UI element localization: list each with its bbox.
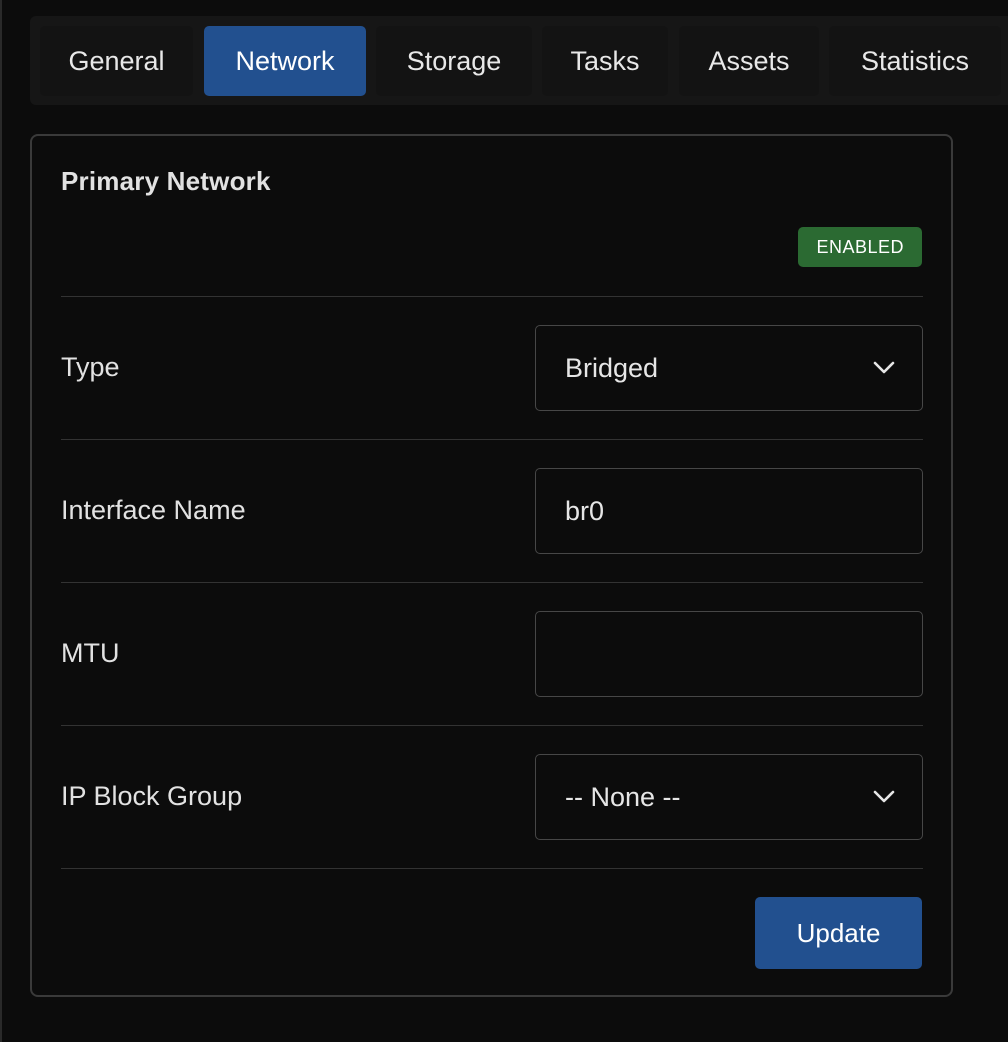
divider bbox=[61, 582, 923, 583]
tab-bar: General Network Storage Tasks Assets Sta… bbox=[30, 16, 1008, 105]
type-select-value: Bridged bbox=[565, 352, 659, 383]
ip-block-group-label: IP Block Group bbox=[61, 781, 243, 811]
chevron-down-icon bbox=[873, 790, 895, 803]
card-title: Primary Network bbox=[61, 166, 271, 196]
status-badge: ENABLED bbox=[798, 227, 922, 267]
tab-general[interactable]: General bbox=[40, 26, 193, 96]
divider bbox=[61, 868, 923, 869]
primary-network-card: Primary Network ENABLED Type Bridged Int… bbox=[30, 134, 953, 997]
interface-name-label: Interface Name bbox=[61, 495, 246, 525]
tab-label: Statistics bbox=[860, 45, 970, 76]
tab-label: Tasks bbox=[570, 45, 640, 76]
mtu-label: MTU bbox=[61, 638, 120, 668]
divider bbox=[61, 296, 923, 297]
ip-block-group-select[interactable]: -- None -- bbox=[535, 754, 923, 840]
tab-label: General bbox=[68, 45, 165, 76]
mtu-input[interactable] bbox=[535, 611, 923, 697]
interface-name-input[interactable]: br0 bbox=[535, 468, 923, 554]
tab-network[interactable]: Network bbox=[204, 26, 366, 96]
tab-storage[interactable]: Storage bbox=[376, 26, 532, 96]
tab-assets[interactable]: Assets bbox=[679, 26, 819, 96]
tab-statistics[interactable]: Statistics bbox=[829, 26, 1001, 96]
tab-tasks[interactable]: Tasks bbox=[542, 26, 668, 96]
ip-block-group-value: -- None -- bbox=[565, 781, 681, 812]
page: General Network Storage Tasks Assets Sta… bbox=[0, 0, 1008, 1042]
update-button[interactable]: Update bbox=[755, 897, 922, 969]
interface-name-value: br0 bbox=[565, 495, 605, 526]
window-edge bbox=[0, 0, 2, 1042]
type-label: Type bbox=[61, 352, 120, 382]
tab-label: Assets bbox=[708, 45, 790, 76]
divider bbox=[61, 725, 923, 726]
type-select[interactable]: Bridged bbox=[535, 325, 923, 411]
tab-label: Network bbox=[235, 45, 335, 76]
chevron-down-icon bbox=[873, 361, 895, 374]
tab-label: Storage bbox=[406, 45, 502, 76]
divider bbox=[61, 439, 923, 440]
